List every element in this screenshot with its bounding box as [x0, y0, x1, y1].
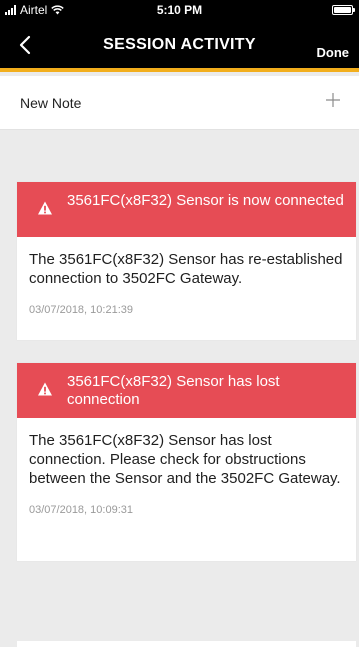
alert-timestamp: 03/07/2018, 10:09:31 — [29, 504, 133, 516]
battery-fill — [334, 7, 351, 13]
alert-header: 3561FC(x8F32) Sensor has lost connection — [17, 363, 356, 418]
new-note-label: New Note — [20, 95, 82, 111]
warning-icon — [38, 201, 52, 215]
alert-card[interactable]: 3561FC(x8F32) Sensor has lost connection… — [17, 363, 356, 561]
new-note-row[interactable]: New Note — [0, 76, 359, 130]
nav-bar: SESSION ACTIVITY Done — [0, 20, 359, 72]
done-button[interactable]: Done — [317, 45, 350, 60]
alert-body: The 3561FC(x8F32) Sensor has lost connec… — [17, 418, 356, 516]
next-card-edge — [17, 641, 356, 647]
add-note-button[interactable] — [323, 90, 343, 110]
alert-header: 3561FC(x8F32) Sensor is now connected — [17, 182, 356, 237]
alert-card[interactable]: 3561FC(x8F32) Sensor is now connected Th… — [17, 182, 356, 340]
page-title: SESSION ACTIVITY — [103, 36, 256, 53]
status-bar: Airtel 5:10 PM — [0, 0, 359, 20]
alert-title: 3561FC(x8F32) Sensor is now connected — [67, 192, 344, 209]
plus-icon — [326, 93, 340, 107]
status-time: 5:10 PM — [156, 3, 203, 17]
alert-message: The 3561FC(x8F32) Sensor has lost connec… — [29, 432, 341, 487]
warning-icon — [38, 382, 52, 396]
alert-message: The 3561FC(x8F32) Sensor has re-establis… — [29, 251, 343, 287]
battery-icon — [332, 5, 355, 15]
alert-title: 3561FC(x8F32) Sensor has lost connection — [67, 373, 280, 408]
alert-timestamp: 03/07/2018, 10:21:39 — [29, 304, 133, 316]
alert-body: The 3561FC(x8F32) Sensor has re-establis… — [17, 237, 356, 316]
